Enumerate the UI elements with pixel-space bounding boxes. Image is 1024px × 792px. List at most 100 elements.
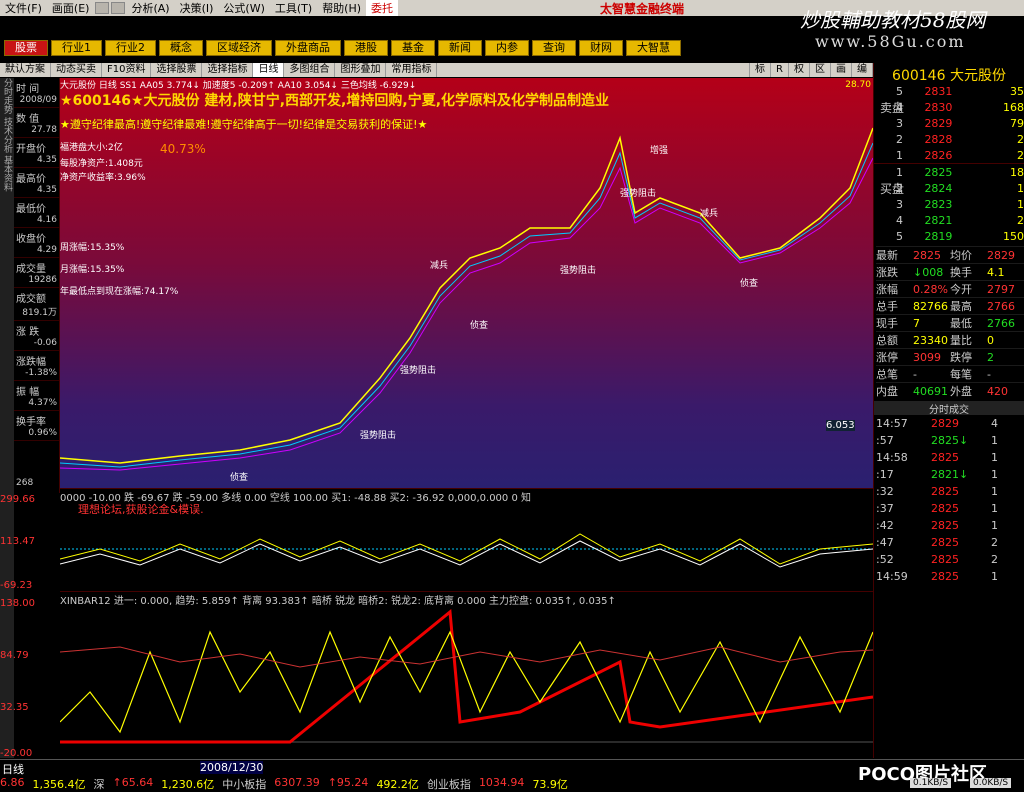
- buy-book: 买盘 1 2825 18 2 2824 1 3 2823 1 4 2821 2 5 2819 150: [874, 163, 1024, 244]
- nav-fund-button[interactable]: 基金: [391, 40, 435, 56]
- axis-bottom-label: 268: [16, 478, 34, 488]
- net-down: 0.0KB/S: [970, 778, 1012, 788]
- signal-label: 强势阻击: [400, 366, 437, 376]
- sell-row: 4 2830 168: [896, 100, 1024, 114]
- low-axis-a: 84.79: [0, 650, 29, 661]
- info-row: 涨跌幅 -1.38%: [14, 351, 59, 381]
- low-axis-top: 138.00: [0, 598, 35, 609]
- menu-view[interactable]: 画面(E): [47, 0, 95, 16]
- tick-row: :42 2825 1: [876, 519, 998, 532]
- signal-label: 减兵: [700, 209, 719, 219]
- status-tab-daily[interactable]: 日线: [2, 761, 24, 777]
- tick-row: :47 2825 2: [876, 536, 998, 549]
- price-chart[interactable]: 大元股份 日线 SS1 AA05 3.774↓ 加速度5 -0.209↑ AA1…: [60, 78, 873, 488]
- sell-row: 5 2831 35: [896, 84, 1024, 98]
- signal-label: 侦查: [740, 279, 759, 289]
- toolbar-range[interactable]: 区: [810, 63, 831, 77]
- toolbar-icon[interactable]: [111, 2, 126, 14]
- tab-default[interactable]: 默认方案: [0, 63, 51, 77]
- nav-region-button[interactable]: 区域经济: [206, 40, 272, 56]
- toolbar-edit[interactable]: 编: [852, 63, 873, 77]
- menu-help[interactable]: 帮助(H): [317, 0, 366, 16]
- info-row: 涨 跌 -0.06: [14, 321, 59, 351]
- oscillator-lines: [60, 533, 873, 568]
- info-row: 最低价 4.16: [14, 198, 59, 228]
- net-up: 0.1KB/S: [910, 778, 952, 788]
- signal-label: 侦查: [230, 473, 249, 483]
- nav-industry2-button[interactable]: 行业2: [105, 40, 156, 56]
- signal-label: 强势阻击: [560, 266, 597, 276]
- toolbar-mark[interactable]: 标: [750, 63, 772, 77]
- indicator-chart-1[interactable]: 0000 -10.00 跌 -69.67 跌 -59.00 多线 0.00 空线…: [60, 488, 873, 590]
- status-date: 2008/12/30: [200, 761, 264, 774]
- info-row: 收盘价 4.29: [14, 228, 59, 258]
- tab-f10[interactable]: F10资料: [102, 63, 152, 77]
- tab-overlay[interactable]: 图形叠加: [335, 63, 387, 77]
- index-ticker: 6.86 1,356.4亿 深 ↑65.64 1,230.6亿 中小板指 630…: [0, 776, 568, 791]
- menu-analysis[interactable]: 分析(A): [126, 0, 174, 16]
- nav-finance-button[interactable]: 财网: [579, 40, 623, 56]
- tab-dynamic[interactable]: 动态买卖: [51, 63, 102, 77]
- stat-row: 内盘 40691 外盘 420: [876, 382, 1024, 399]
- info-row: 成交量 19286: [14, 258, 59, 288]
- tab-select-stock[interactable]: 选择股票: [151, 63, 203, 77]
- sell-row: 3 2829 79: [896, 116, 1024, 130]
- tick-row: :52 2825 2: [876, 553, 998, 566]
- nav-stock-button[interactable]: 股票: [4, 40, 48, 56]
- nav-industry1-button[interactable]: 行业1: [51, 40, 102, 56]
- nav-news-button[interactable]: 新闻: [438, 40, 482, 56]
- quote-stock-code: 600146 大元股份: [892, 68, 1006, 84]
- info-row: 换手率 0.96%: [14, 411, 59, 441]
- buy-row: 5 2819 150: [896, 229, 1024, 243]
- signal-label: 增强: [650, 146, 669, 156]
- tick-row: 14:57 2829 4: [876, 417, 998, 430]
- toolbar-weight[interactable]: 权: [789, 63, 810, 77]
- tick-row: :32 2825 1: [876, 485, 998, 498]
- menu-trade[interactable]: 委托: [366, 0, 399, 16]
- tab-multi[interactable]: 多图组合: [284, 63, 336, 77]
- ticks-title[interactable]: 分时成交: [874, 401, 1024, 416]
- xinbar-lines: [60, 609, 873, 744]
- stat-row: 总额 23340 量比 0: [876, 331, 1024, 348]
- tick-row: :17 2821↓ 1: [876, 468, 998, 481]
- tab-row: 默认方案 动态买卖 F10资料 选择股票 选择指标 日线 多图组合 图形叠加 常…: [0, 63, 873, 77]
- quote-panel: 600146 大元股份 卖盘 5 2831 35 4 2830 168 3 2829 79 …: [873, 63, 1024, 758]
- tab-common[interactable]: 常用指标: [386, 63, 438, 77]
- tick-row: 14:58 2825 1: [876, 451, 998, 464]
- price-axis-top: 28.70: [845, 80, 871, 90]
- menu-file[interactable]: 文件(F): [0, 0, 47, 16]
- signal-label: 强势阻击: [360, 431, 397, 441]
- info-row: 振 幅 4.37%: [14, 381, 59, 411]
- nav-hk-button[interactable]: 港股: [344, 40, 388, 56]
- quote-stats: 最新 2825 均价 2829 涨跌 ↓008 换手 4.1 涨幅 0.28% 今开 2797 总…: [874, 246, 1024, 399]
- indicator-chart-2[interactable]: XINBAR12 进一: 0.000, 趋势: 5.859↑ 背离 93.383…: [60, 591, 873, 758]
- nav-insider-button[interactable]: 内参: [485, 40, 529, 56]
- stat-row: 涨幅 0.28% 今开 2797: [876, 280, 1024, 297]
- nav-dzh-button[interactable]: 大智慧: [626, 40, 681, 56]
- toolbar-r[interactable]: R: [771, 63, 789, 77]
- menu-formula[interactable]: 公式(W): [218, 0, 269, 16]
- info-row: 最高价 4.35: [14, 168, 59, 198]
- tick-row: :37 2825 1: [876, 502, 998, 515]
- nav-query-button[interactable]: 查询: [532, 40, 576, 56]
- mid-axis-mid: 113.47: [0, 536, 35, 547]
- stat-row: 最新 2825 均价 2829: [876, 246, 1024, 263]
- status-bar: 日线 2008/12/30 6.86 1,356.4亿 深 ↑65.64 1,2…: [0, 759, 1024, 791]
- nav-concept-button[interactable]: 概念: [159, 40, 203, 56]
- stat-row: 总手 82766 最高 2766: [876, 297, 1024, 314]
- stat-row: 涨跌 ↓008 换手 4.1: [876, 263, 1024, 280]
- toolbar-icon[interactable]: [95, 2, 110, 14]
- tab-select-indicator[interactable]: 选择指标: [202, 63, 254, 77]
- menu-tools[interactable]: 工具(T): [270, 0, 317, 16]
- watermark-url: www.58Gu.com: [815, 32, 966, 51]
- nav-foreign-button[interactable]: 外盘商品: [275, 40, 341, 56]
- buy-side-label: 买盘: [880, 182, 905, 196]
- menu-decision[interactable]: 决策(I): [175, 0, 219, 16]
- info-row: 数 值 27.78: [14, 108, 59, 138]
- stat-row: 现手 7 最低 2766: [876, 314, 1024, 331]
- sell-side-label: 卖盘: [880, 101, 905, 115]
- watermark-text: 炒股輔助教材58股网: [800, 8, 986, 32]
- tab-daily[interactable]: 日线: [253, 63, 285, 77]
- mid-axis-bottom: -69.23: [0, 580, 33, 591]
- toolbar-draw[interactable]: 画: [831, 63, 852, 77]
